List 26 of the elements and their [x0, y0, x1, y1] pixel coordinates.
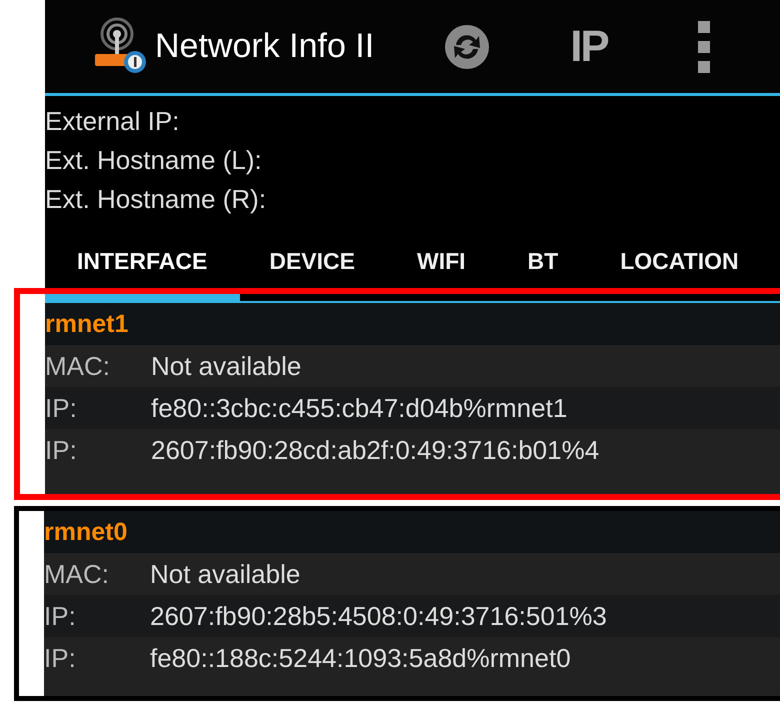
info-label: External IP: — [45, 105, 180, 138]
info-label: Ext. Hostname (L): — [45, 144, 263, 177]
interface-name: rmnet0 — [44, 517, 128, 548]
field-value: fe80::188c:5244:1093:5a8d%rmnet0 — [150, 642, 571, 675]
tab[interactable]: INTERFACE — [77, 248, 208, 275]
interface-name: rmnet1 — [45, 309, 130, 340]
refresh-icon[interactable] — [444, 24, 490, 70]
field-label: IP: — [45, 392, 78, 425]
field-value: 2607:fb90:28b5:4508:0:49:3716:501%3 — [150, 600, 607, 633]
field-label: MAC: — [45, 350, 111, 383]
overflow-menu-icon[interactable] — [698, 20, 710, 72]
field-value: 2607:fb90:28cd:ab2f:0:49:3716:b01%4 — [151, 434, 600, 467]
info-label: Ext. Hostname (R): — [45, 183, 268, 216]
tab[interactable]: BT — [528, 248, 558, 275]
field-label: MAC: — [44, 558, 110, 591]
tab[interactable]: LOCATION — [620, 248, 739, 275]
field-value: Not available — [150, 558, 300, 591]
field-value: Not available — [151, 350, 302, 383]
field-label: IP: — [44, 642, 77, 675]
ip-button[interactable]: IP — [570, 22, 608, 72]
tab[interactable]: WIFI — [416, 248, 466, 275]
app-title: Network Info II — [155, 27, 374, 66]
tab[interactable]: DEVICE — [269, 248, 355, 275]
field-label: IP: — [44, 600, 77, 633]
field-value: fe80::3cbc:c455:cb47:d04b%rmnet1 — [151, 392, 568, 425]
field-label: IP: — [45, 434, 78, 467]
